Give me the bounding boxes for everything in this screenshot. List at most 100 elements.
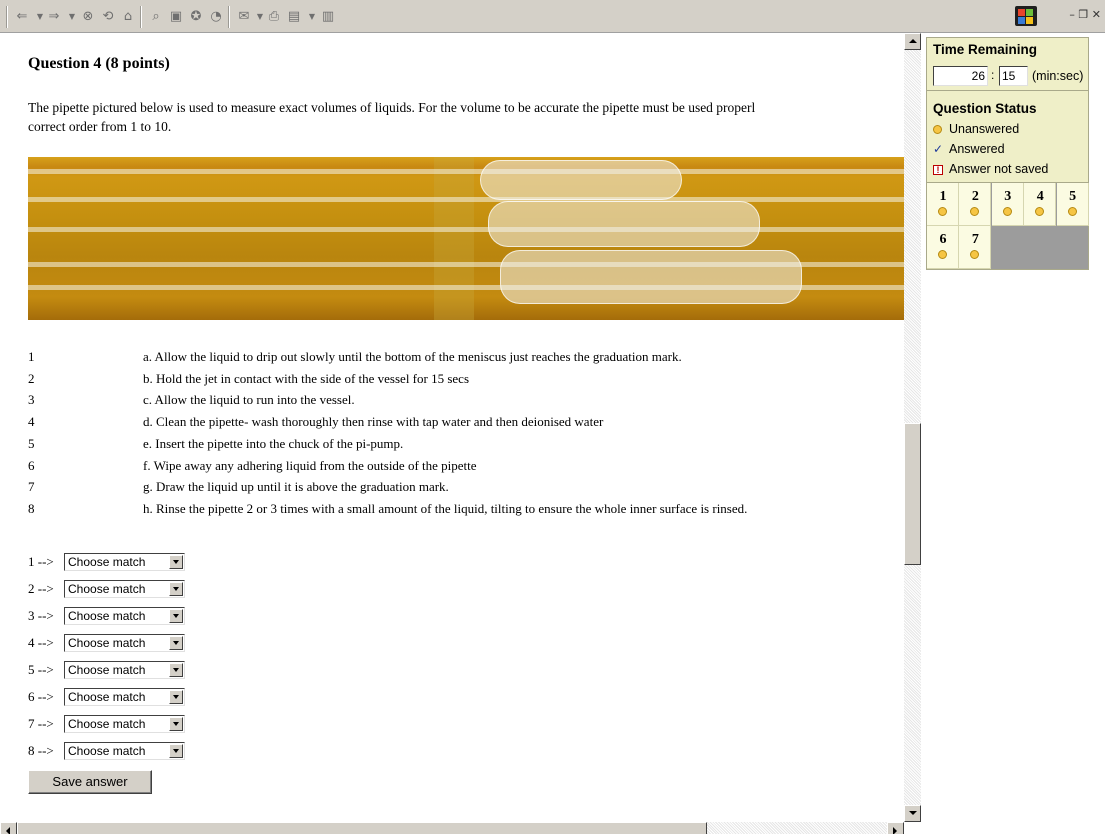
unanswered-icon <box>1035 207 1045 216</box>
step-number: 1 <box>28 349 35 364</box>
horizontal-scrollbar[interactable] <box>0 822 904 834</box>
vertical-scrollbar[interactable] <box>904 33 921 822</box>
forward-dropdown-icon[interactable]: ▼ <box>64 9 80 25</box>
question-number: 1 <box>939 189 947 204</box>
minimize-icon[interactable]: – <box>1069 8 1075 21</box>
question-title: Question 4 (8 points) <box>28 55 170 72</box>
toolbar-grip <box>6 6 8 28</box>
answered-check-icon: ✓ <box>933 142 944 156</box>
pipette-photo <box>28 157 904 320</box>
stop-icon[interactable]: ⊗ <box>80 9 96 25</box>
forward-arrow-icon[interactable]: ⇒ <box>46 9 62 25</box>
step-row: 8 h. Rinse the pipette 2 or 3 times with … <box>28 498 904 520</box>
legend-label: Answer not saved <box>949 162 1049 176</box>
discuss-icon[interactable]: ▥ <box>320 9 336 25</box>
match-label: 7 --> <box>28 716 54 731</box>
scroll-down-button[interactable] <box>904 805 921 822</box>
close-icon[interactable]: ✕ <box>1092 8 1101 21</box>
question-nav-item[interactable]: 3 <box>991 183 1024 226</box>
chevron-down-icon[interactable] <box>169 582 183 596</box>
quiz-side-panel: Time Remaining 26 : 15 (min:sec) Questio… <box>921 33 1105 834</box>
match-select[interactable]: Choose match <box>64 661 185 679</box>
match-label: 8 --> <box>28 743 54 758</box>
step-number: 6 <box>28 457 35 473</box>
question-nav-item[interactable]: 5 <box>1056 183 1089 226</box>
pipette-bulb <box>480 160 682 200</box>
question-number: 7 <box>971 232 979 247</box>
match-select[interactable]: Choose match <box>64 742 185 760</box>
restore-icon[interactable]: ❐ <box>1078 8 1088 21</box>
home-icon[interactable]: ⌂ <box>120 9 136 25</box>
toolbar-separator <box>140 6 142 28</box>
question-status-panel: Question Status Unanswered ✓ Answered ! An… <box>926 91 1089 183</box>
vertical-scroll-thumb[interactable] <box>904 423 921 565</box>
step-row: 6 f. Wipe away any adhering liquid from t… <box>28 455 904 477</box>
photo-detail <box>434 157 474 320</box>
time-separator: : <box>991 68 995 82</box>
step-number: 3 <box>28 392 35 408</box>
save-answer-button[interactable]: Save answer <box>28 770 152 794</box>
step-number: 4 <box>28 414 35 430</box>
question-content: Question 4 (8 points) The pipette pictur… <box>0 33 904 822</box>
media-icon[interactable]: ✪ <box>188 9 204 25</box>
question-number: 2 <box>971 189 979 204</box>
minutes-field: 26 <box>933 66 988 86</box>
scroll-right-button[interactable] <box>887 822 904 834</box>
search-icon[interactable]: ⌕ <box>148 9 164 25</box>
scroll-up-button[interactable] <box>904 33 921 50</box>
match-label: 5 --> <box>28 662 54 677</box>
question-number: 4 <box>1036 189 1044 204</box>
match-select[interactable]: Choose match <box>64 634 185 652</box>
chevron-down-icon[interactable] <box>169 690 183 704</box>
scroll-left-button[interactable] <box>0 822 17 834</box>
match-select[interactable]: Choose match <box>64 580 185 598</box>
photo-detail <box>28 197 904 202</box>
browser-toolbar: ⇐ ▼ ⇒ ▼ ⊗ ⟲ ⌂ ⌕ ▣ ✪ ◔ ✉ ▼ ⎙ ▤ ▼ ▥ – ❐ ✕ <box>0 0 1105 33</box>
pipette-bulb <box>500 250 802 304</box>
photo-detail <box>28 169 904 174</box>
question-nav-item[interactable]: 6 <box>927 226 959 269</box>
step-text: a. Allow the liquid to drip out slowly u… <box>143 349 682 364</box>
favorites-icon[interactable]: ▣ <box>168 9 184 25</box>
match-select[interactable]: Choose match <box>64 715 185 733</box>
step-row: 4 d. Clean the pipette- wash thoroughly t… <box>28 411 904 433</box>
question-nav-item[interactable]: 4 <box>1024 183 1057 226</box>
chevron-down-icon[interactable] <box>169 609 183 623</box>
step-number: 2 <box>28 370 35 386</box>
question-status-heading: Question Status <box>933 101 1037 116</box>
print-icon[interactable]: ⎙ <box>266 9 282 25</box>
match-select[interactable]: Choose match <box>64 607 185 625</box>
step-number: 5 <box>28 435 35 451</box>
step-number: 8 <box>28 500 35 516</box>
question-number: 5 <box>1069 189 1077 204</box>
chevron-down-icon[interactable] <box>169 555 183 569</box>
chevron-down-icon[interactable] <box>169 636 183 650</box>
seconds-field: 15 <box>999 66 1028 86</box>
chevron-down-icon[interactable] <box>169 663 183 677</box>
edit-dropdown-icon[interactable]: ▼ <box>304 9 320 25</box>
match-select-value: Choose match <box>68 636 146 650</box>
unanswered-icon <box>938 207 947 216</box>
match-select-value: Choose match <box>68 555 146 569</box>
mail-icon[interactable]: ✉ <box>236 9 252 25</box>
refresh-icon[interactable]: ⟲ <box>100 9 116 25</box>
horizontal-scroll-thumb[interactable] <box>17 822 707 834</box>
back-arrow-icon[interactable]: ⇐ <box>14 9 30 25</box>
chevron-down-icon[interactable] <box>169 744 183 758</box>
edit-icon[interactable]: ▤ <box>286 9 302 25</box>
match-select-value: Choose match <box>68 663 146 677</box>
question-nav-item[interactable]: 1 <box>927 183 959 226</box>
match-select[interactable]: Choose match <box>64 688 185 706</box>
question-nav-item[interactable]: 2 <box>959 183 992 226</box>
question-nav-item[interactable]: 7 <box>959 226 992 269</box>
step-text: c. Allow the liquid to run into the vess… <box>143 392 355 408</box>
match-select[interactable]: Choose match <box>64 553 185 571</box>
window-controls: – ❐ ✕ <box>1069 8 1101 21</box>
unanswered-icon <box>970 250 980 259</box>
question-text: The pipette pictured below is used to me… <box>28 100 756 134</box>
chevron-down-icon[interactable] <box>169 717 183 731</box>
history-icon[interactable]: ◔ <box>208 9 224 25</box>
step-row: 1 a. Allow the liquid to drip out slowly … <box>28 346 904 368</box>
match-label: 6 --> <box>28 689 54 704</box>
unanswered-icon <box>1067 207 1077 216</box>
